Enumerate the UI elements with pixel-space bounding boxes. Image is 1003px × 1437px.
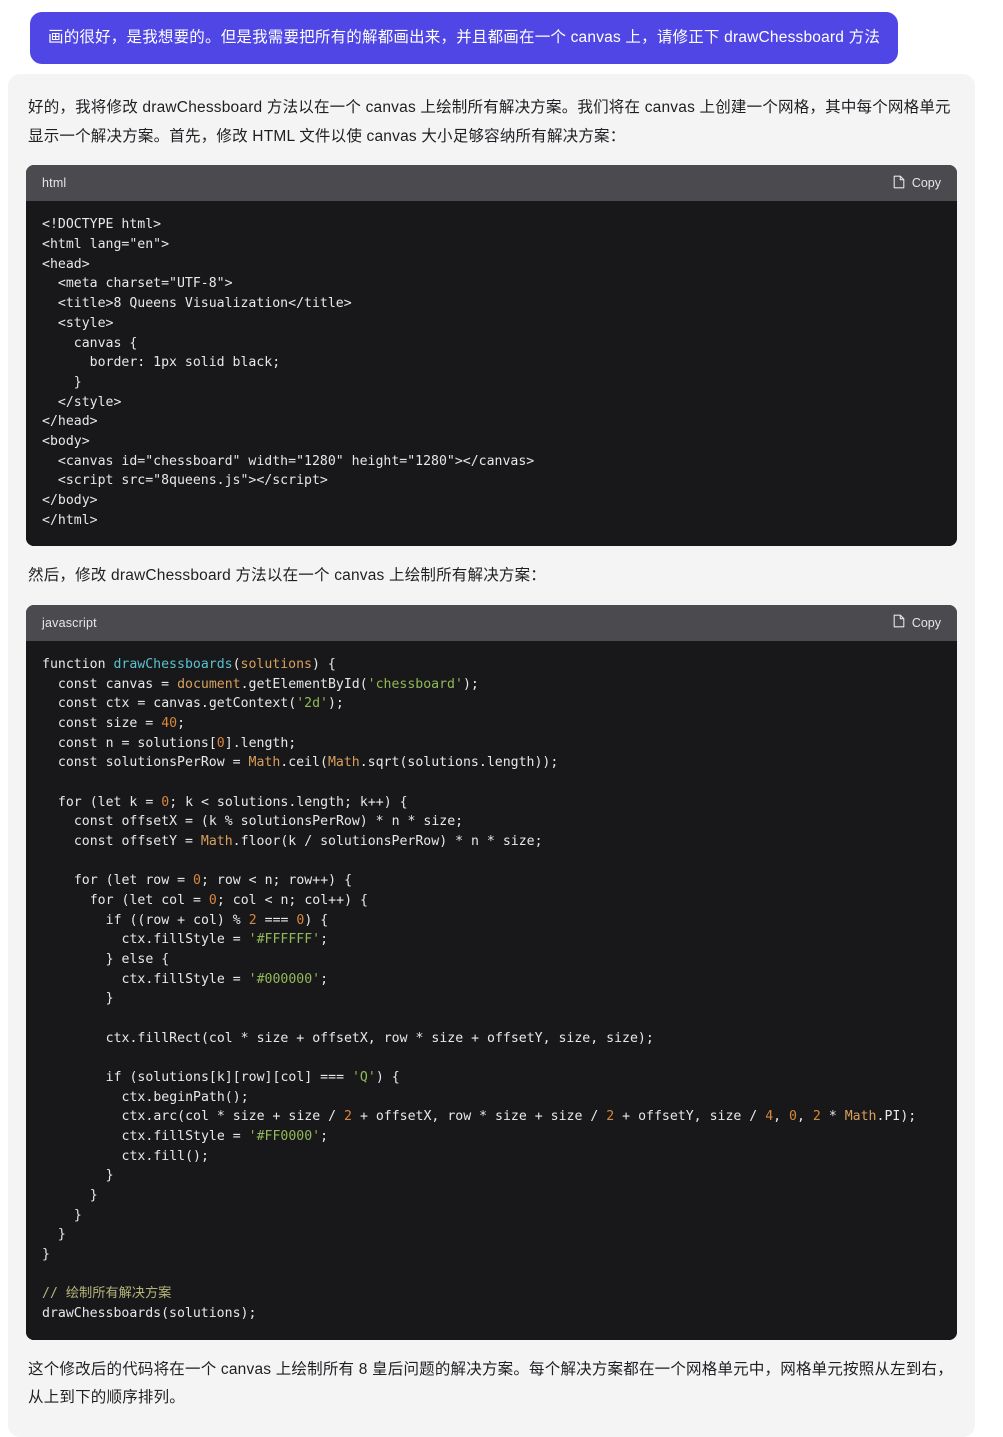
user-message-row: 画的很好，是我想要的。但是我需要把所有的解都画出来，并且都画在一个 canvas… [0,0,1003,74]
chat-transcript: 画的很好，是我想要的。但是我需要把所有的解都画出来，并且都画在一个 canvas… [0,0,1003,1437]
code-block-html: html Copy <!DOCTYPE html> <html lang="en… [26,165,957,547]
assistant-intro-paragraph: 好的，我将修改 drawChessboard 方法以在一个 canvas 上绘制… [28,99,951,145]
assistant-message-row: 好的，我将修改 drawChessboard 方法以在一个 canvas 上绘制… [0,74,1003,1437]
code-block-header: html Copy [26,165,957,202]
assistant-message-card: 好的，我将修改 drawChessboard 方法以在一个 canvas 上绘制… [8,74,975,1437]
code-language-label: javascript [42,615,97,630]
copy-page-icon [893,614,906,631]
copy-button[interactable]: Copy [893,614,941,631]
code-content-javascript[interactable]: function drawChessboards(solutions) { co… [42,655,941,1324]
code-body: <!DOCTYPE html> <html lang="en"> <head> … [26,201,957,547]
assistant-final-paragraph: 这个修改后的代码将在一个 canvas 上绘制所有 8 皇后问题的解决方案。每个… [28,1360,953,1407]
copy-button[interactable]: Copy [893,175,941,192]
code-block-header: javascript Copy [26,604,957,641]
copy-page-icon [893,175,906,192]
code-body: function drawChessboards(solutions) { co… [26,640,957,1340]
assistant-middle-paragraph: 然后，修改 drawChessboard 方法以在一个 canvas 上绘制所有… [28,567,547,585]
code-block-javascript: javascript Copy function drawChessboards… [26,604,957,1340]
copy-button-label: Copy [911,615,941,630]
user-message-bubble: 画的很好，是我想要的。但是我需要把所有的解都画出来，并且都画在一个 canvas… [30,12,899,65]
copy-button-label: Copy [911,176,941,191]
code-content-html[interactable]: <!DOCTYPE html> <html lang="en"> <head> … [42,215,941,530]
code-language-label: html [42,176,67,191]
